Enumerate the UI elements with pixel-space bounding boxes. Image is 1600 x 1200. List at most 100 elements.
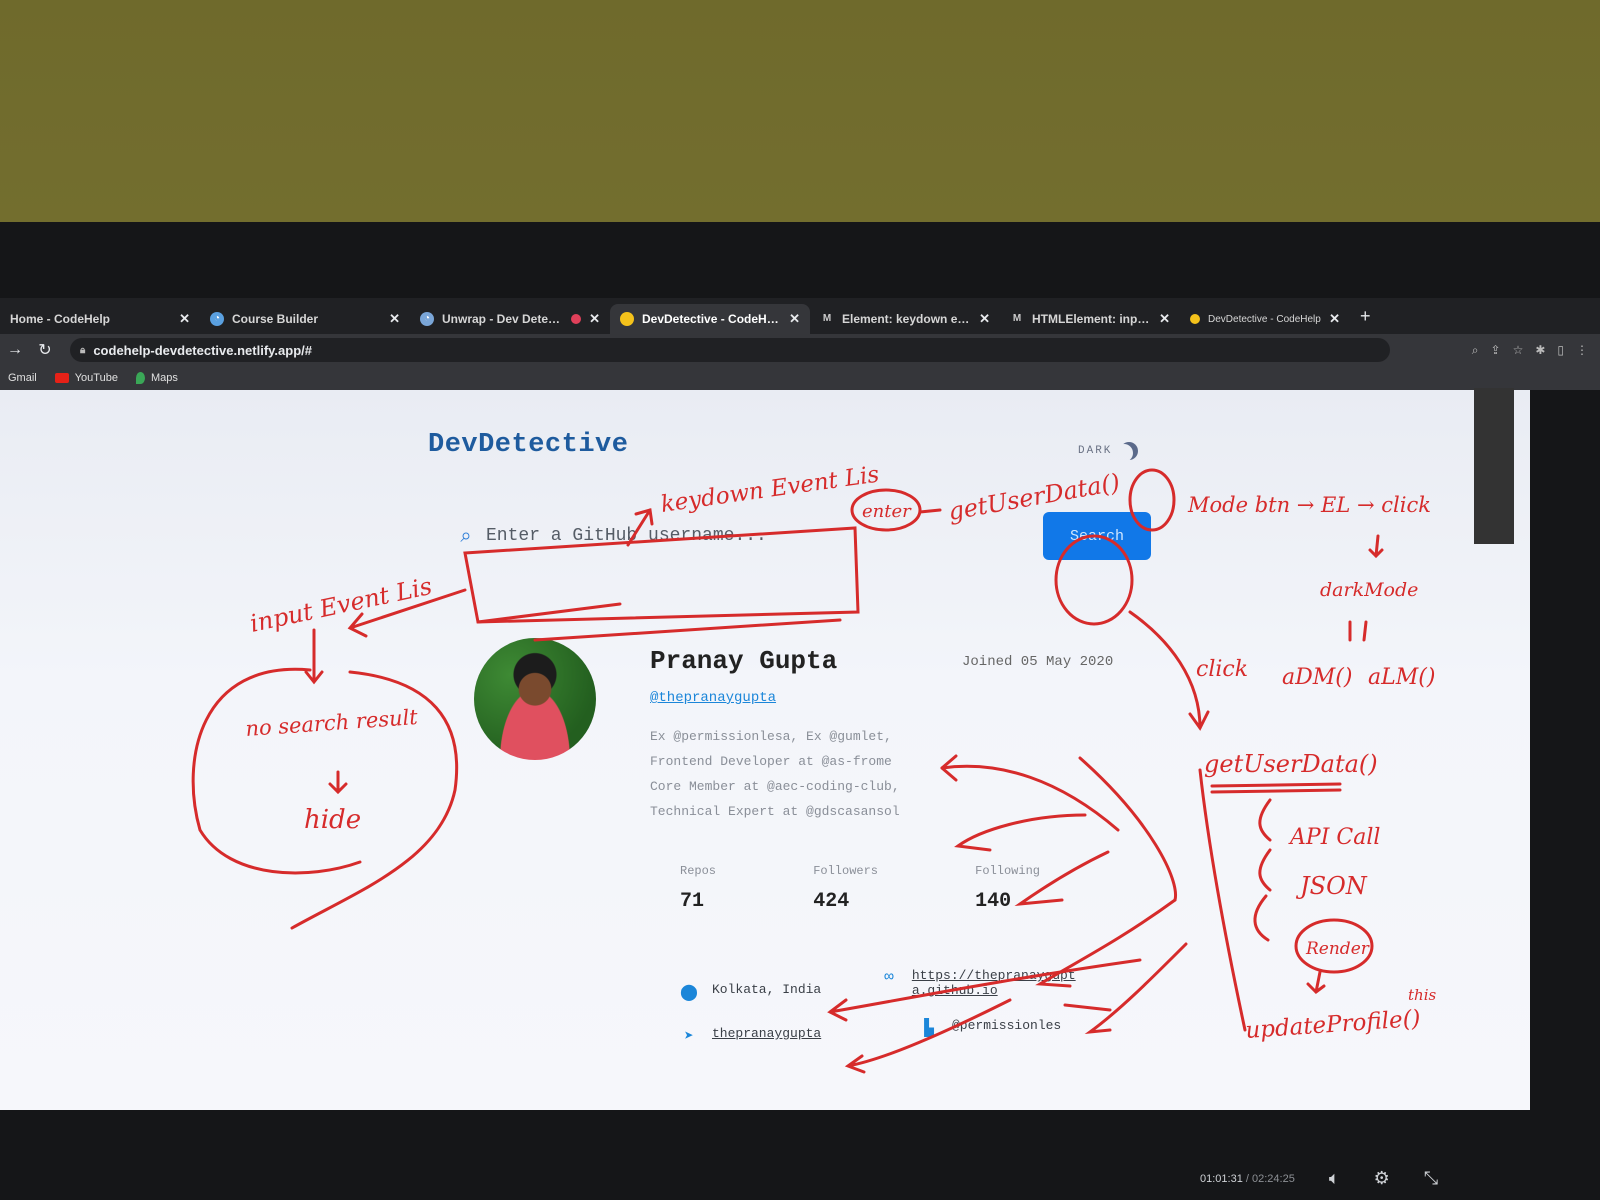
close-icon[interactable]: ✕ [789,311,800,327]
stat-value: 71 [680,890,705,913]
search-button[interactable]: Search [1043,512,1151,560]
stat-value: 424 [813,890,850,913]
browser-tab-active[interactable]: DevDetective - CodeHelp ✕ [610,304,810,334]
share-icon[interactable]: ⇪ [1491,343,1501,358]
youtube-icon [54,373,69,383]
search-input[interactable] [484,515,1028,557]
profile-bio: Ex @permissionlesa, Ex @gumlet, Frontend… [650,724,900,824]
company-text: @permissionles [952,1018,1062,1033]
video-time: 01:01:31 / 02:24:25 [1200,1173,1295,1185]
close-icon[interactable]: ✕ [1159,311,1170,327]
forward-icon[interactable]: → [0,341,30,359]
new-tab-button[interactable]: + [1360,306,1371,327]
building-icon: ▙ [924,1020,934,1038]
toolbar-icons: ⌕ ⇪ ☆ ✱ ▯ ⋮ [1472,343,1588,358]
browser-tab[interactable]: DevDetective - CodeHelp ✕ [1180,304,1350,334]
stat-label: Repos [680,864,717,878]
mdn-favicon-icon: M [822,313,832,324]
tab-title: Home - CodeHelp [10,312,111,326]
stat-following: Following 140 [975,864,1040,954]
tab-title: HTMLElement: input event - W [1032,312,1151,326]
profile-handle-link[interactable]: @thepranaygupta [650,690,776,706]
devdetective-page: DevDetective DARK ⌕ Search Pranay Gupta … [0,390,1530,1110]
menu-icon[interactable]: ⋮ [1576,343,1588,358]
search-bar: ⌕ Search [448,505,1151,567]
monitor-screen: Home - CodeHelp ✕ ◔ Course Builder ✕ ◔ U… [0,222,1600,1200]
close-icon[interactable]: ✕ [979,311,990,327]
tab-favicon-icon: ◔ [210,312,224,326]
twitter-link[interactable]: thepranaygupta [712,1026,821,1041]
bookmarks-bar: Gmail YouTube Maps [0,366,1600,390]
close-icon[interactable]: ✕ [589,311,600,327]
profile-name: Pranay Gupta [650,646,838,676]
browser-tab[interactable]: Home - CodeHelp ✕ [0,304,200,334]
browser-toolbar: → ↻ 🔒︎ codehelp-devdetective.netlify.app… [0,334,1600,366]
tab-favicon-icon: ◔ [420,312,434,326]
address-bar[interactable]: 🔒︎ codehelp-devdetective.netlify.app/# [70,338,1390,362]
tab-title: DevDetective - CodeHelp [642,312,782,326]
tab-title: DevDetective - CodeHelp [1208,313,1321,325]
stat-followers: Followers 424 [813,864,878,954]
theme-toggle[interactable]: DARK [1078,442,1138,460]
star-icon[interactable]: ☆ [1513,343,1524,358]
maps-icon [135,372,145,384]
extensions-icon[interactable]: ✱ [1535,343,1545,358]
location-text: Kolkata, India [712,982,822,997]
settings-gear-icon[interactable]: ⚙ [1374,1168,1390,1189]
browser-tab[interactable]: ◔ Course Builder ✕ [200,304,410,334]
joined-date: Joined 05 May 2020 [962,654,1114,670]
bio-line: Technical Expert at @gdscasansol [650,804,900,819]
video-total-time: / 02:24:25 [1245,1172,1295,1185]
moon-icon [1120,442,1138,460]
bookmark-gmail[interactable]: Gmail [8,372,37,384]
website-row[interactable]: ∞ https://thepranaygupta.github.io [880,968,1080,998]
bookmark-maps[interactable]: Maps [135,372,178,384]
bio-line: Core Member at @aec-coding-club, [650,779,900,794]
bookmark-label: YouTube [74,372,118,384]
website-link[interactable]: https://thepranaygupta.github.io [912,968,1080,998]
mdn-favicon-icon: M [1012,313,1022,324]
twitter-icon: ➤ [684,1028,694,1046]
location-pin-icon: ⬤ [680,984,698,1002]
twitter-row[interactable]: ➤ thepranaygupta [680,1026,821,1046]
company-row: ▙ @permissionles [920,1018,1061,1038]
zoom-icon[interactable]: ⌕ [1472,343,1479,358]
tab-title: Course Builder [232,312,319,326]
bookmark-label: Gmail [8,372,37,384]
tab-favicon-icon [1190,314,1200,324]
app-brand-title: DevDetective [428,430,629,460]
close-icon[interactable]: ✕ [1329,311,1340,327]
avatar [474,638,596,760]
sidepanel-icon[interactable]: ▯ [1557,343,1564,358]
tab-favicon-icon [620,312,634,326]
video-controls: 01:01:31 / 02:24:25 🔈︎ ⚙ ⤡ [1200,1168,1438,1189]
browser-tab[interactable]: M HTMLElement: input event - W ✕ [1000,304,1180,334]
browser-tab[interactable]: ◔ Unwrap - Dev Detective F ✕ [410,304,610,334]
search-icon: ⌕ [460,524,472,547]
video-current-time: 01:01:31 [1200,1172,1243,1185]
exit-fullscreen-icon[interactable]: ⤡ [1424,1168,1438,1189]
theme-toggle-label: DARK [1078,445,1113,457]
stat-label: Followers [813,864,878,878]
bio-line: Ex @permissionlesa, Ex @gumlet, [650,729,892,744]
scrollbar-thumb[interactable] [1474,388,1514,544]
close-icon[interactable]: ✕ [179,311,190,327]
volume-icon[interactable]: 🔈︎ [1329,1168,1340,1189]
bookmark-label: Maps [150,372,178,384]
recording-dot-icon [571,314,582,324]
link-icon: ∞ [884,968,894,986]
stat-value: 140 [975,890,1012,913]
stat-repos: Repos 71 [680,864,716,954]
address-text: codehelp-devdetective.netlify.app/# [93,342,312,358]
close-icon[interactable]: ✕ [389,311,400,327]
profile-stats: Repos 71 Followers 424 Following 140 [650,864,1070,954]
tab-title: Element: keydown event - We [842,312,971,326]
bookmark-youtube[interactable]: YouTube [54,372,118,384]
browser-tab-strip: Home - CodeHelp ✕ ◔ Course Builder ✕ ◔ U… [0,298,1600,334]
location-row: ⬤ Kolkata, India [680,982,821,1002]
bio-line: Frontend Developer at @as-frome [650,754,892,769]
reload-icon[interactable]: ↻ [30,340,60,360]
tab-title: Unwrap - Dev Detective F [442,312,563,326]
browser-tab[interactable]: M Element: keydown event - We ✕ [810,304,1000,334]
stat-label: Following [975,864,1040,878]
